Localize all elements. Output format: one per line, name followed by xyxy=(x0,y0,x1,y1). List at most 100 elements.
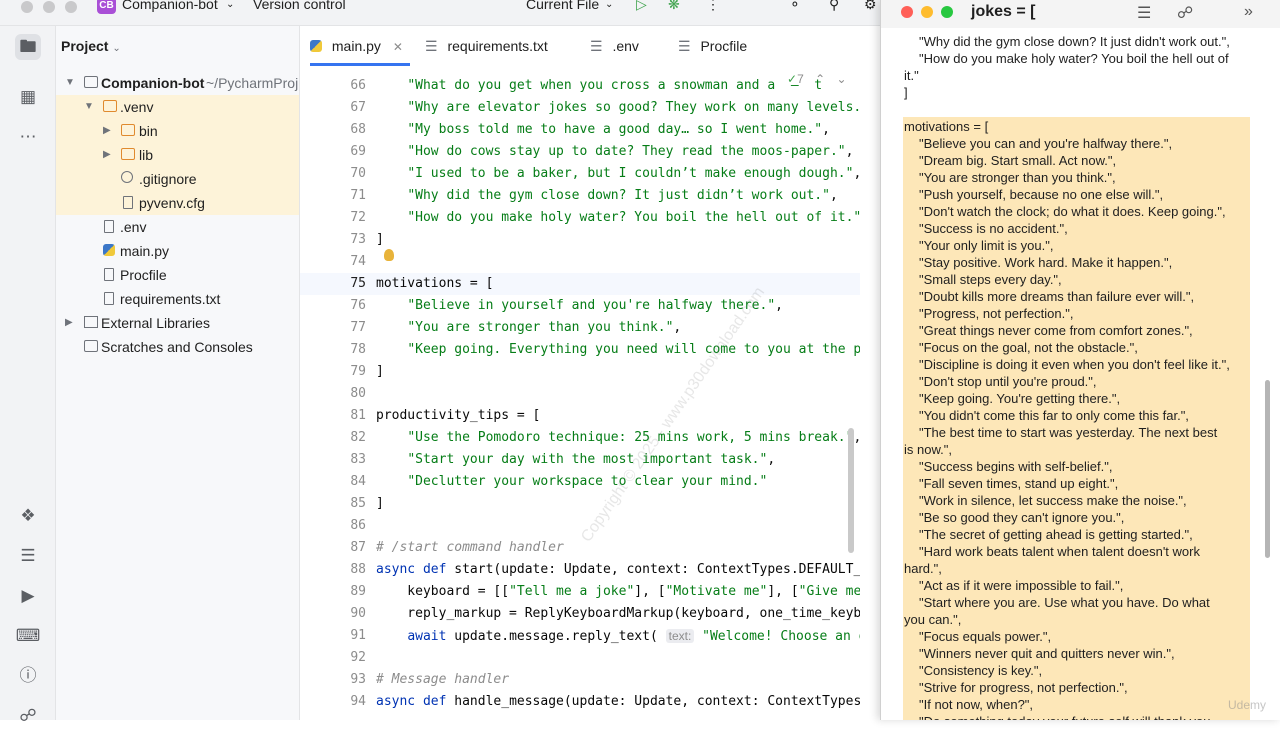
code-line[interactable]: 92 xyxy=(300,647,860,669)
inspection-widget[interactable]: ✓7 ⌃ ⌄ xyxy=(787,72,847,86)
line-number[interactable]: 87 xyxy=(300,537,366,559)
code-line[interactable]: 83 "Start your day with the most importa… xyxy=(300,449,860,471)
chevron-down-icon[interactable]: ⌄ xyxy=(226,0,234,10)
code-line[interactable]: 66 "What do you get when you cross a sno… xyxy=(300,75,860,97)
line-number[interactable]: 90 xyxy=(300,603,366,625)
code-line[interactable]: 89 keyboard = [["Tell me a joke"], ["Mot… xyxy=(300,581,860,603)
link-share-icon[interactable]: ☍ xyxy=(1177,3,1193,23)
code-line[interactable]: 77 "You are stronger than you think.", xyxy=(300,317,860,339)
line-number[interactable]: 69 xyxy=(300,141,366,163)
tree-item-bin[interactable]: ▶ bin xyxy=(56,119,299,143)
tree-item-procfile[interactable]: Procfile xyxy=(56,263,299,287)
line-number[interactable]: 70 xyxy=(300,163,366,185)
lightbulb-icon[interactable] xyxy=(384,249,394,261)
code-line[interactable]: 93 # Message handler xyxy=(300,669,860,691)
line-number[interactable]: 83 xyxy=(300,449,366,471)
tree-item-main-py[interactable]: main.py xyxy=(56,239,299,263)
chevron-down-icon[interactable]: ⌄ xyxy=(837,72,847,86)
line-number[interactable]: 89 xyxy=(300,581,366,603)
tab-env[interactable]: ☰ .env xyxy=(590,26,639,66)
code-line[interactable]: 94 async def handle_message(update: Updat… xyxy=(300,691,860,713)
line-number[interactable]: 76 xyxy=(300,295,366,317)
tree-item-lib[interactable]: ▶ lib xyxy=(56,143,299,167)
line-number[interactable]: 66 xyxy=(300,75,366,97)
tree-item-scratches[interactable]: Scratches and Consoles xyxy=(56,335,299,359)
line-number[interactable]: 82 xyxy=(300,427,366,449)
code-line[interactable]: 91 await update.message.reply_text( text… xyxy=(300,625,860,647)
window-zoom-button[interactable] xyxy=(65,1,77,13)
close-icon[interactable]: ✕ xyxy=(393,40,403,54)
code-line[interactable]: 71 "Why did the gym close down? It just … xyxy=(300,185,860,207)
tab-procfile[interactable]: ☰ Procfile xyxy=(678,26,747,66)
project-switcher[interactable]: Companion-bot xyxy=(122,0,218,12)
code-line[interactable]: 69 "How do cows stay up to date? They re… xyxy=(300,141,860,163)
python-console-icon[interactable]: ❖ xyxy=(15,503,41,529)
run-config-selector[interactable]: Current File xyxy=(526,0,599,12)
add-user-icon[interactable]: ⚬ xyxy=(789,0,801,13)
tree-item-pyvenv-cfg[interactable]: pyvenv.cfg xyxy=(56,191,299,215)
tab-main-py[interactable]: main.py ✕ xyxy=(310,26,410,66)
line-number[interactable]: 67 xyxy=(300,97,366,119)
code-line[interactable]: 81 productivity_tips = [ xyxy=(300,405,860,427)
project-folder-icon[interactable]: 🖿 xyxy=(15,34,41,60)
line-number[interactable]: 68 xyxy=(300,119,366,141)
audio-waveform-icon[interactable]: ☰ xyxy=(1137,3,1151,23)
chevron-down-icon[interactable]: ▼ xyxy=(65,71,75,95)
terminal-icon[interactable]: ⌨ xyxy=(15,623,41,649)
debug-icon[interactable]: ❋ xyxy=(668,0,680,13)
tree-item-companion-bot[interactable]: ▼ Companion-bot ~/PycharmProj xyxy=(56,71,299,95)
line-number[interactable]: 88 xyxy=(300,559,366,581)
structure-icon[interactable]: ▦ xyxy=(15,84,41,110)
line-number[interactable]: 91 xyxy=(300,625,366,647)
git-icon[interactable]: ☍ xyxy=(15,703,41,729)
more-tools-icon[interactable]: ⋯ xyxy=(15,124,41,150)
code-line[interactable]: 79] xyxy=(300,361,860,383)
chevron-right-double-icon[interactable]: » xyxy=(1244,3,1253,21)
line-number[interactable]: 79 xyxy=(300,361,366,383)
chevron-right-icon[interactable]: ▶ xyxy=(103,119,111,143)
code-line[interactable]: 72 "How do you make holy water? You boil… xyxy=(300,207,860,229)
code-line[interactable]: 76 "Believe in yourself and you're halfw… xyxy=(300,295,860,317)
code-line[interactable]: 75 motivations = [ xyxy=(300,273,860,295)
services-icon[interactable]: ▶ xyxy=(15,583,41,609)
minimize-window-button[interactable] xyxy=(921,6,933,18)
code-editor[interactable]: 66 "What do you get when you cross a sno… xyxy=(300,66,860,720)
line-number[interactable]: 85 xyxy=(300,493,366,515)
window-close-button[interactable] xyxy=(21,1,33,13)
problems-icon[interactable]: ⓘ xyxy=(15,663,41,689)
code-line[interactable]: 82 "Use the Pomodoro technique: 25 mins … xyxy=(300,427,860,449)
notes-scrollbar[interactable] xyxy=(1265,380,1270,558)
tree-item-external-libraries[interactable]: ▶ External Libraries xyxy=(56,311,299,335)
line-number[interactable]: 92 xyxy=(300,647,366,669)
code-line[interactable]: 68 "My boss told me to have a good day… … xyxy=(300,119,860,141)
code-line[interactable]: 78 "Keep going. Everything you need will… xyxy=(300,339,860,361)
code-line[interactable]: 84 "Declutter your workspace to clear yo… xyxy=(300,471,860,493)
line-number[interactable]: 74 xyxy=(300,251,366,273)
code-line[interactable]: 87 # /start command handler xyxy=(300,537,860,559)
editor-scrollbar[interactable] xyxy=(848,428,854,553)
line-number[interactable]: 94 xyxy=(300,691,366,713)
line-number[interactable]: 71 xyxy=(300,185,366,207)
run-icon[interactable]: ▷ xyxy=(636,0,647,13)
tree-item-venv[interactable]: ▼ .venv xyxy=(56,95,299,119)
tree-item-env[interactable]: .env xyxy=(56,215,299,239)
code-line[interactable]: 70 "I used to be a baker, but I couldn’t… xyxy=(300,163,860,185)
chevron-down-icon[interactable]: ⌄ xyxy=(112,43,120,54)
zoom-window-button[interactable] xyxy=(941,6,953,18)
tree-item-requirements[interactable]: requirements.txt xyxy=(56,287,299,311)
code-line[interactable]: 73] xyxy=(300,229,860,251)
window-minimize-button[interactable] xyxy=(43,1,55,13)
chevron-right-icon[interactable]: ▶ xyxy=(103,143,111,167)
layers-icon[interactable]: ☰ xyxy=(15,543,41,569)
code-line[interactable]: 85] xyxy=(300,493,860,515)
line-number[interactable]: 81 xyxy=(300,405,366,427)
line-number[interactable]: 72 xyxy=(300,207,366,229)
line-number[interactable]: 84 xyxy=(300,471,366,493)
code-line[interactable]: 67 "Why are elevator jokes so good? They… xyxy=(300,97,860,119)
code-line[interactable]: 90 reply_markup = ReplyKeyboardMarkup(ke… xyxy=(300,603,860,625)
line-number[interactable]: 86 xyxy=(300,515,366,537)
more-actions-icon[interactable]: ⋮ xyxy=(706,0,720,13)
tab-requirements[interactable]: ☰ requirements.txt xyxy=(425,26,548,66)
line-number[interactable]: 78 xyxy=(300,339,366,361)
chevron-down-icon[interactable]: ⌄ xyxy=(605,0,613,10)
